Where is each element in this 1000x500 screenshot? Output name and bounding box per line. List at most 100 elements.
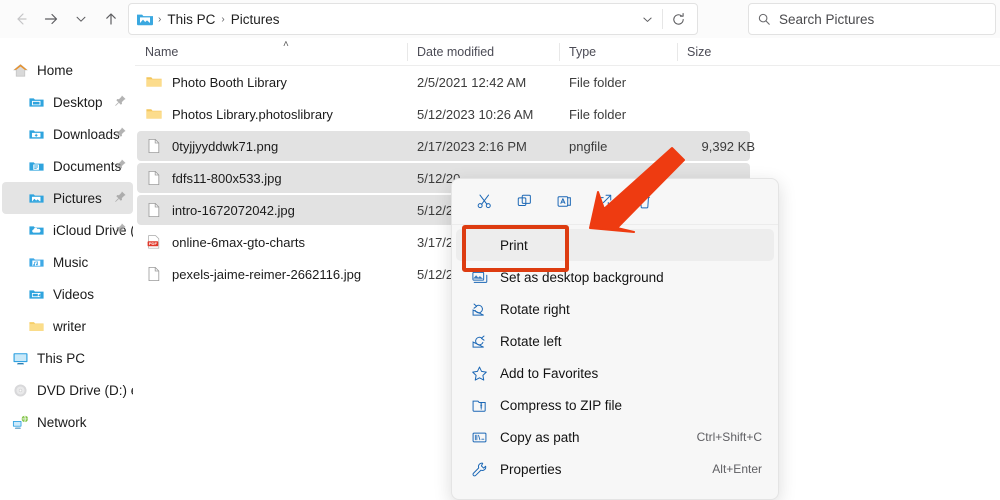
column-label: Size <box>687 45 711 59</box>
search-box[interactable]: Search Pictures <box>748 3 996 35</box>
refresh-icon[interactable] <box>665 6 691 32</box>
cell-name: 0tyjjyyddwk71.png <box>135 137 407 155</box>
cell-type: pngfile <box>559 139 677 154</box>
menu-item-label: Rotate left <box>500 334 750 349</box>
file-name: Photos Library.photoslibrary <box>172 107 333 122</box>
cell-type: File folder <box>559 107 677 122</box>
menu-item-rotate-right[interactable]: Rotate right <box>456 293 774 325</box>
sidebar-item-label: Downloads <box>53 127 120 142</box>
rotate-left-icon <box>470 332 488 350</box>
menu-item-rotate-left[interactable]: Rotate left <box>456 325 774 357</box>
address-bar[interactable]: › This PC › Pictures <box>128 3 698 35</box>
sidebar-item-network[interactable]: Network <box>2 406 133 438</box>
context-menu-items: Print Set as desktop background <box>452 225 778 485</box>
navigation-pane: Home Desktop <box>0 38 135 500</box>
menu-item-properties[interactable]: Properties Alt+Enter <box>456 453 774 485</box>
generic-file-icon <box>145 137 163 155</box>
rename-icon[interactable] <box>544 185 584 219</box>
cell-name: PDF online-6max-gto-charts <box>135 233 407 251</box>
scissors-icon[interactable] <box>464 185 504 219</box>
search-input[interactable]: Search Pictures <box>779 12 874 27</box>
sidebar-item-writer[interactable]: writer <box>2 310 133 342</box>
copy-path-icon <box>470 428 488 446</box>
table-row[interactable]: Photo Booth Library 2/5/2021 12:42 AM Fi… <box>135 66 1000 98</box>
cell-name: fdfs11-800x533.jpg <box>135 169 407 187</box>
file-name: Photo Booth Library <box>172 75 287 90</box>
column-label: Date modified <box>417 45 494 59</box>
cell-name: pexels-jaime-reimer-2662116.jpg <box>135 265 407 283</box>
column-header-type[interactable]: Type <box>559 38 677 66</box>
share-icon[interactable] <box>584 185 624 219</box>
sidebar-item-downloads[interactable]: Downloads <box>2 118 133 150</box>
cell-size: 9,392 KB <box>677 139 777 154</box>
videos-folder-icon <box>28 286 45 303</box>
copy-icon[interactable] <box>504 185 544 219</box>
pin-icon[interactable] <box>114 190 127 203</box>
cell-name: intro-1672072042.jpg <box>135 201 407 219</box>
recent-locations-button[interactable] <box>66 4 96 34</box>
address-divider <box>662 9 663 29</box>
back-button[interactable] <box>6 4 36 34</box>
column-headers: Name Date modified Type Size ˄ <box>135 38 1000 66</box>
sidebar-item-label: Documents <box>53 159 121 174</box>
sidebar-item-home[interactable]: Home <box>2 54 133 86</box>
column-header-name[interactable]: Name <box>135 38 407 66</box>
column-header-date-modified[interactable]: Date modified <box>407 38 559 66</box>
menu-item-set-as-desktop-background[interactable]: Set as desktop background <box>456 261 774 293</box>
menu-item-print[interactable]: Print <box>456 229 774 261</box>
file-explorer-window: › This PC › Pictures <box>0 0 1000 500</box>
sidebar-item-music[interactable]: Music <box>2 246 133 278</box>
file-name: pexels-jaime-reimer-2662116.jpg <box>172 267 361 282</box>
sidebar-item-label: Music <box>53 255 88 270</box>
print-icon <box>470 236 488 254</box>
cell-name: Photos Library.photoslibrary <box>135 105 407 123</box>
pictures-folder-icon <box>135 9 155 29</box>
menu-item-accelerator: Alt+Enter <box>712 462 762 476</box>
star-icon <box>470 364 488 382</box>
sidebar-item-this-pc[interactable]: This PC <box>2 342 133 374</box>
sidebar-item-label: writer <box>53 319 86 334</box>
menu-item-accelerator: Ctrl+Shift+C <box>697 430 762 444</box>
wrench-icon <box>470 460 488 478</box>
up-button[interactable] <box>96 4 126 34</box>
file-name: online-6max-gto-charts <box>172 235 305 250</box>
menu-item-compress-to-zip-file[interactable]: Compress to ZIP file <box>456 389 774 421</box>
sidebar-item-icloud-drive[interactable]: iCloud Drive (M <box>2 214 133 246</box>
network-icon <box>12 414 29 431</box>
breadcrumb-pictures[interactable]: Pictures <box>226 10 285 29</box>
menu-item-label: Add to Favorites <box>500 366 750 381</box>
folder-icon <box>145 73 163 91</box>
sidebar-item-label: Home <box>37 63 73 78</box>
sidebar-item-dvd-drive[interactable]: DVD Drive (D:) esd2i <box>2 374 133 406</box>
column-header-size[interactable]: Size <box>677 38 777 66</box>
sidebar-item-label: Pictures <box>53 191 102 206</box>
icloud-folder-icon <box>28 222 45 239</box>
pin-icon[interactable] <box>114 126 127 139</box>
menu-item-label: Set as desktop background <box>500 270 750 285</box>
sidebar-item-pictures[interactable]: Pictures <box>2 182 133 214</box>
desktop-folder-icon <box>28 94 45 111</box>
sidebar-item-label: This PC <box>37 351 85 366</box>
pin-icon[interactable] <box>114 222 127 235</box>
table-row[interactable]: 0tyjjyyddwk71.png 2/17/2023 2:16 PM pngf… <box>135 130 1000 162</box>
dvd-drive-icon <box>12 382 29 399</box>
pin-icon[interactable] <box>114 94 127 107</box>
breadcrumb-this-pc[interactable]: This PC <box>162 10 220 29</box>
svg-text:PDF: PDF <box>149 241 158 246</box>
plain-folder-icon <box>28 318 45 335</box>
chevron-down-icon[interactable] <box>634 6 660 32</box>
sidebar-item-videos[interactable]: Videos <box>2 278 133 310</box>
home-icon <box>12 62 29 79</box>
sidebar-item-documents[interactable]: Documents <box>2 150 133 182</box>
cell-date-modified: 5/12/2023 10:26 AM <box>407 107 559 122</box>
pdf-file-icon: PDF <box>145 233 163 251</box>
search-icon <box>757 12 771 26</box>
menu-item-add-to-favorites[interactable]: Add to Favorites <box>456 357 774 389</box>
downloads-folder-icon <box>28 126 45 143</box>
pin-icon[interactable] <box>114 158 127 171</box>
forward-button[interactable] <box>36 4 66 34</box>
trash-icon[interactable] <box>624 185 664 219</box>
sidebar-item-desktop[interactable]: Desktop <box>2 86 133 118</box>
table-row[interactable]: Photos Library.photoslibrary 5/12/2023 1… <box>135 98 1000 130</box>
menu-item-copy-as-path[interactable]: Copy as path Ctrl+Shift+C <box>456 421 774 453</box>
